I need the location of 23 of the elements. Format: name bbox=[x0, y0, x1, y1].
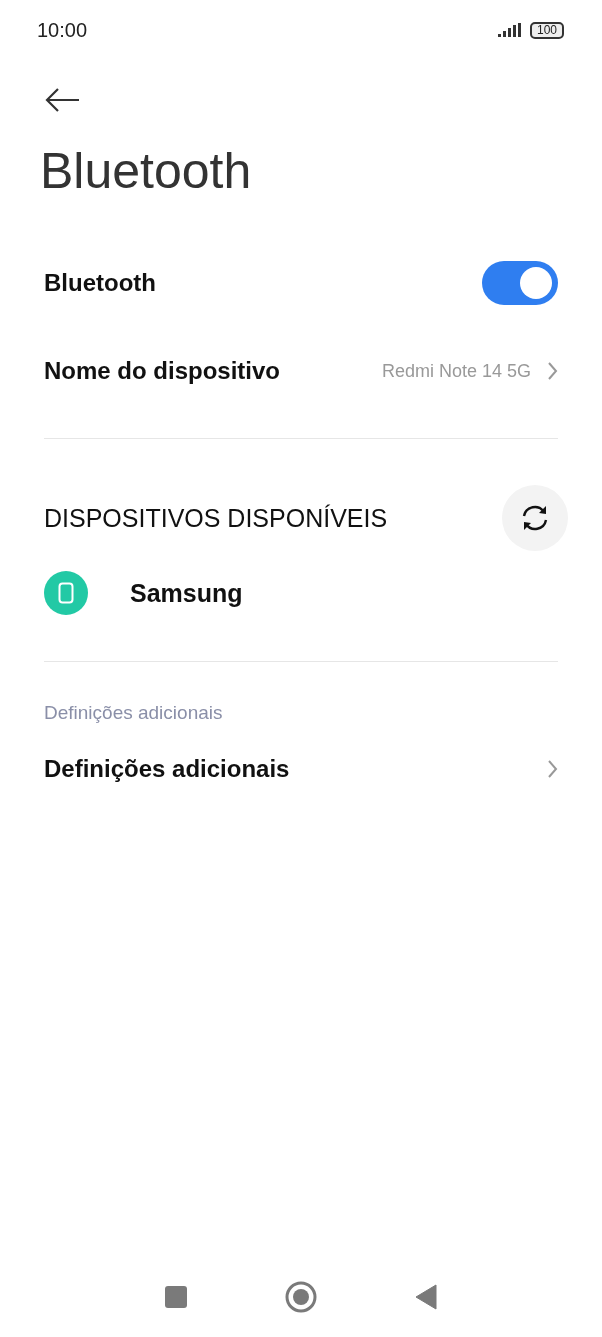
back-button[interactable] bbox=[44, 87, 80, 113]
back-triangle-button[interactable] bbox=[415, 1284, 437, 1310]
chevron-right-icon bbox=[547, 759, 558, 779]
battery-level: 100 bbox=[529, 21, 564, 39]
refresh-icon bbox=[520, 503, 550, 533]
setting-row[interactable]: Nome do dispositivo Redmi Note 14 5G bbox=[44, 327, 558, 415]
home-button[interactable] bbox=[285, 1281, 317, 1313]
setting-value: Redmi Note 14 5G bbox=[381, 360, 531, 382]
square-icon bbox=[165, 1286, 187, 1308]
section-caption: Definições adicionais bbox=[44, 702, 224, 724]
section-heading: DISPOSITIVOS DISPONÍVEIS bbox=[44, 503, 388, 533]
page-title: Bluetooth bbox=[40, 142, 253, 201]
chevron-right-icon bbox=[547, 361, 558, 381]
setting-row[interactable]: Definições adicionais bbox=[44, 734, 558, 804]
back-arrow-icon bbox=[44, 87, 80, 113]
clock-time: 10:00 bbox=[37, 18, 88, 42]
home-circle-icon bbox=[285, 1281, 317, 1313]
triangle-icon bbox=[415, 1284, 437, 1310]
phone-icon bbox=[44, 571, 88, 615]
toggle-switch[interactable] bbox=[482, 261, 558, 305]
setting-row[interactable]: Bluetooth bbox=[44, 239, 558, 327]
device-row[interactable]: Samsung bbox=[44, 571, 558, 615]
signal-icon bbox=[497, 23, 524, 37]
